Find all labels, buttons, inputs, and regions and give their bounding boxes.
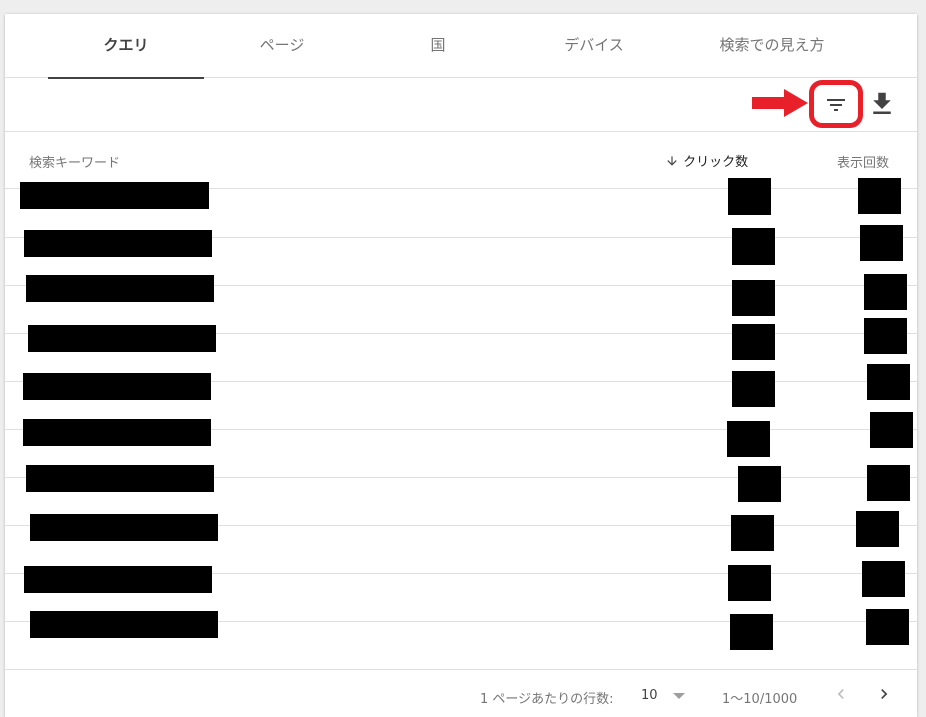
download-icon — [873, 92, 891, 114]
redacted-impressions-cell — [858, 178, 901, 214]
redacted-clicks-cell — [732, 228, 775, 265]
redacted-clicks-cell — [730, 614, 773, 650]
tab-search-appearance-label: 検索での見え方 — [719, 36, 825, 54]
redacted-keyword-cell — [26, 465, 214, 492]
redacted-impressions-cell — [856, 511, 899, 547]
redacted-impressions-cell — [862, 561, 905, 597]
redacted-clicks-cell — [732, 324, 775, 360]
dimension-tabs: クエリ ページ 国 デバイス 検索での見え方 — [5, 14, 917, 79]
tab-device[interactable]: デバイス — [516, 14, 672, 78]
redacted-keyword-cell — [23, 419, 211, 446]
rows-per-page-select[interactable]: 10 — [641, 688, 658, 703]
tab-country-label: 国 — [430, 36, 446, 54]
redacted-clicks-cell — [728, 565, 771, 601]
redacted-clicks-cell — [728, 178, 771, 215]
redacted-impressions-cell — [867, 364, 910, 400]
redacted-keyword-cell — [24, 230, 212, 257]
table-pagination: 1 ページあたりの行数: 10 1〜10/1000 — [5, 670, 917, 717]
redacted-clicks-cell — [727, 421, 770, 457]
column-header-keyword: 検索キーワード — [29, 156, 121, 171]
sort-descending-icon — [667, 156, 677, 166]
download-button[interactable] — [867, 89, 897, 119]
redacted-clicks-cell — [731, 515, 774, 551]
column-header-impressions[interactable]: 表示回数 — [837, 152, 889, 171]
table-toolbar — [5, 79, 917, 132]
rows-per-page-label: 1 ページあたりの行数: — [480, 692, 614, 707]
table-header: 検索キーワード クリック数 表示回数 — [5, 132, 917, 189]
previous-page-icon[interactable] — [831, 684, 851, 704]
redacted-impressions-cell — [870, 412, 913, 448]
red-arrow-annotation-icon — [752, 89, 808, 117]
redacted-keyword-cell — [30, 514, 218, 541]
filter-icon — [827, 99, 845, 111]
dropdown-caret-icon[interactable] — [673, 693, 685, 700]
tab-page-label: ページ — [259, 36, 305, 54]
redacted-keyword-cell — [24, 566, 212, 593]
redacted-keyword-cell — [23, 373, 211, 400]
filter-button[interactable] — [809, 80, 863, 128]
redacted-impressions-cell — [860, 225, 903, 261]
redacted-keyword-cell — [28, 325, 216, 352]
performance-table-card: クエリ ページ 国 デバイス 検索での見え方 検索キーワード クリック数 表示回… — [5, 14, 917, 717]
tab-page[interactable]: ページ — [204, 14, 360, 78]
redacted-clicks-cell — [738, 466, 781, 502]
redacted-impressions-cell — [866, 609, 909, 645]
tab-query[interactable]: クエリ — [48, 14, 204, 79]
redacted-impressions-cell — [867, 465, 910, 501]
column-header-clicks[interactable]: クリック数 — [665, 151, 748, 170]
tab-device-label: デバイス — [564, 36, 624, 54]
tab-query-label: クエリ — [103, 36, 149, 54]
tab-search-appearance[interactable]: 検索での見え方 — [672, 14, 872, 78]
redacted-clicks-cell — [732, 371, 775, 407]
tab-country[interactable]: 国 — [360, 14, 516, 78]
redacted-impressions-cell — [864, 318, 907, 354]
redacted-impressions-cell — [864, 274, 907, 310]
redacted-keyword-cell — [26, 275, 214, 302]
redacted-clicks-cell — [732, 280, 775, 316]
column-header-clicks-label: クリック数 — [683, 155, 749, 170]
redacted-keyword-cell — [20, 182, 209, 209]
redacted-keyword-cell — [30, 611, 218, 638]
pagination-range: 1〜10/1000 — [722, 692, 798, 707]
next-page-icon[interactable] — [874, 684, 894, 704]
